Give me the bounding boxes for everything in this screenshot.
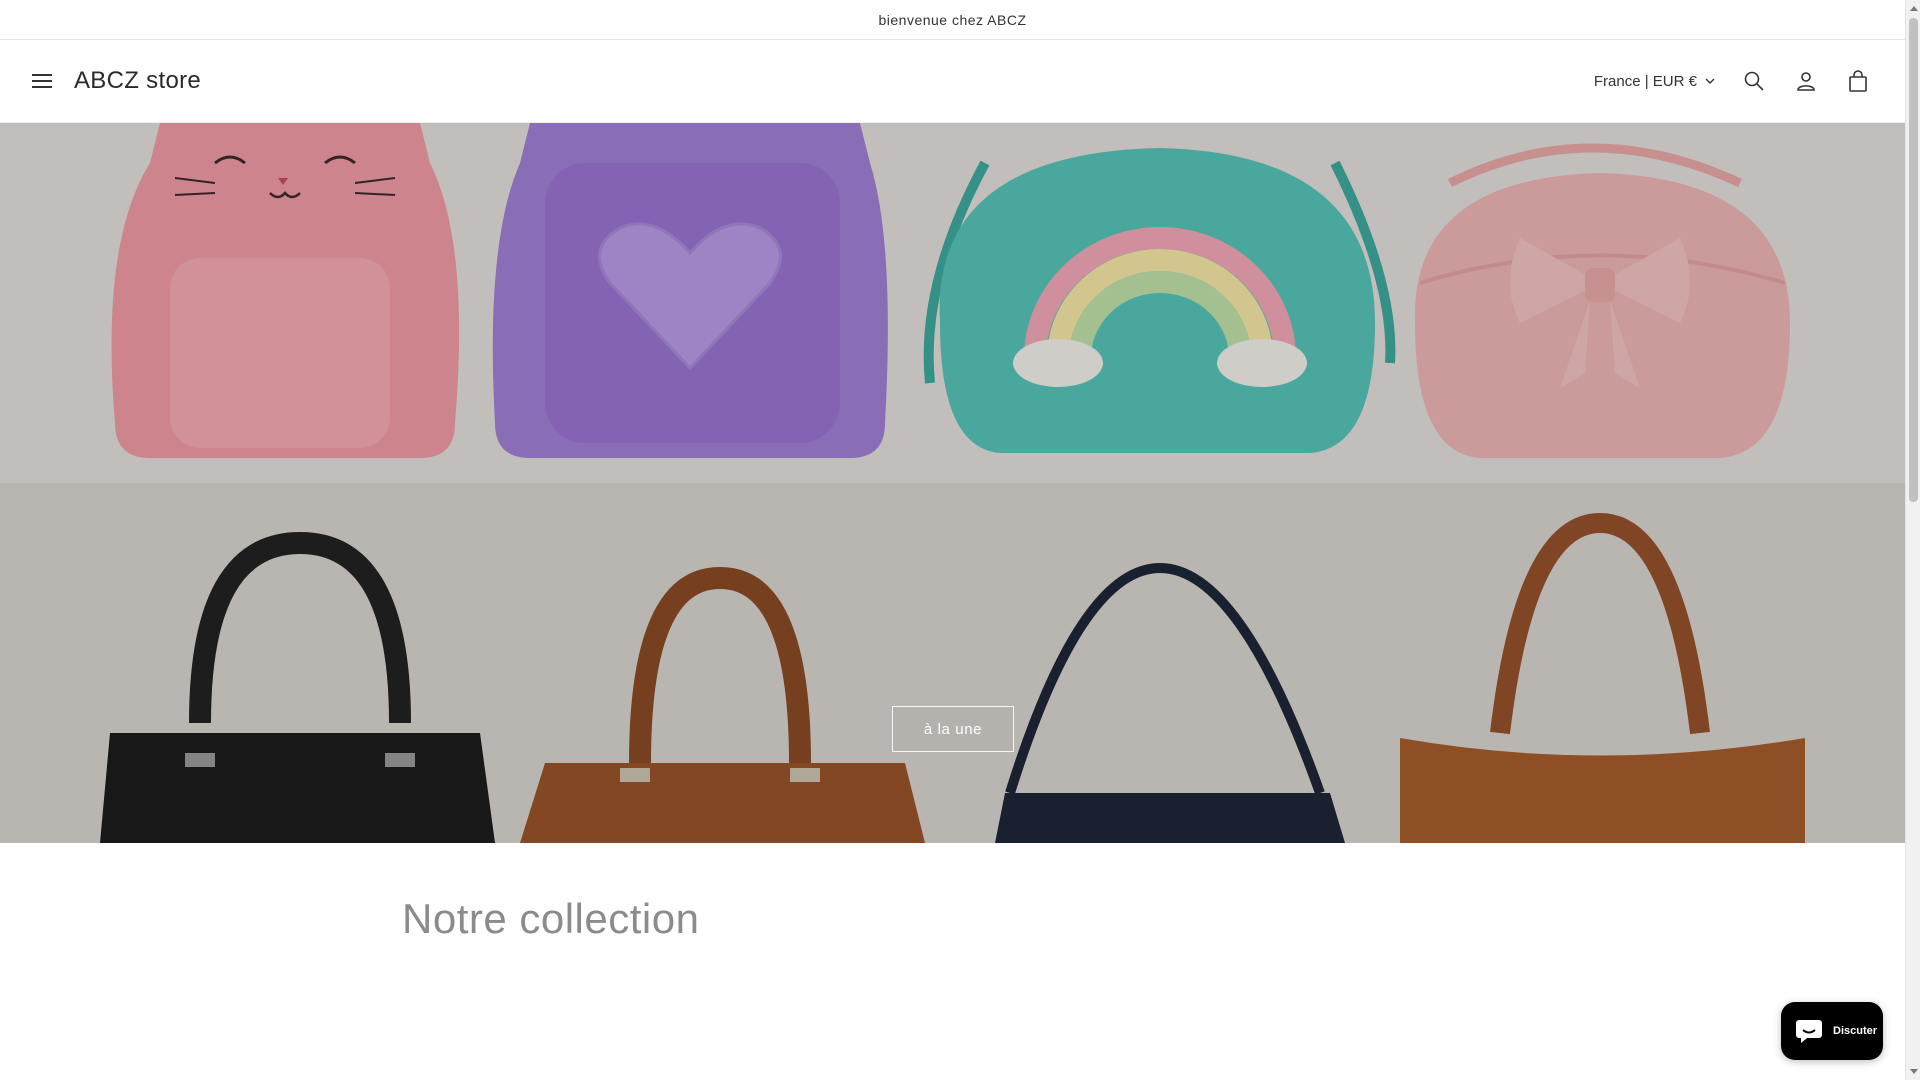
- cart-icon: [1849, 70, 1867, 92]
- site-header: ABCZ store France | EUR €: [0, 40, 1905, 123]
- search-icon: [1744, 71, 1764, 91]
- chat-label: Discuter: [1833, 1025, 1878, 1037]
- scroll-down-icon: [1909, 1069, 1918, 1074]
- page-scrollbar[interactable]: [1905, 0, 1920, 1080]
- collection-section: Notre collection: [0, 843, 1905, 1079]
- scroll-up-arrow[interactable]: [1906, 0, 1920, 16]
- search-button[interactable]: [1735, 62, 1773, 100]
- chat-button[interactable]: Discuter: [1781, 1002, 1883, 1060]
- page: bienvenue chez ABCZ ABCZ store France | …: [0, 0, 1905, 1080]
- header-actions: France | EUR €: [1588, 62, 1877, 100]
- account-button[interactable]: [1787, 62, 1825, 100]
- hamburger-menu-icon: [32, 74, 52, 88]
- store-logo[interactable]: ABCZ store: [74, 67, 201, 95]
- scroll-thumb[interactable]: [1909, 18, 1918, 502]
- scroll-up-icon: [1909, 6, 1918, 11]
- heart-backpack: [492, 123, 888, 458]
- collection-title: Notre collection: [402, 895, 700, 942]
- scroll-down-arrow[interactable]: [1906, 1064, 1920, 1080]
- cart-button[interactable]: [1839, 62, 1877, 100]
- announcement-text: bienvenue chez ABCZ: [878, 11, 1027, 28]
- featured-button-label: à la une: [923, 720, 983, 738]
- account-icon: [1797, 72, 1815, 91]
- chevron-down-icon: [1705, 78, 1715, 84]
- chat-bubble-icon: [1796, 1020, 1822, 1043]
- announcement-bar: bienvenue chez ABCZ: [0, 0, 1905, 40]
- hero-banner: à la une: [0, 123, 1905, 843]
- cat-backpack: [111, 123, 460, 458]
- featured-button[interactable]: à la une: [892, 706, 1014, 752]
- locale-selector[interactable]: France | EUR €: [1588, 65, 1721, 98]
- locale-label: France | EUR €: [1593, 72, 1697, 90]
- menu-button[interactable]: [28, 67, 56, 95]
